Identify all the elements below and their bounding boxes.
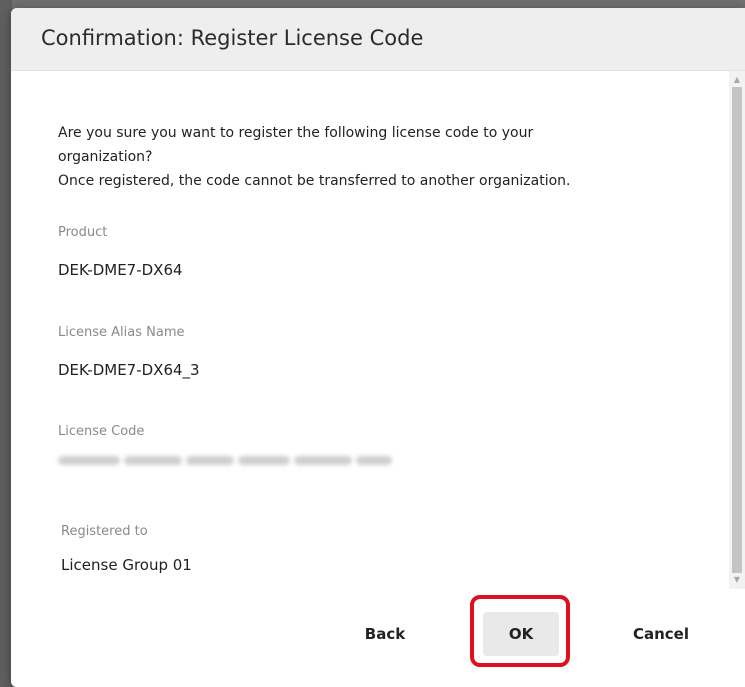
license-alias-label: License Alias Name [58, 325, 185, 340]
vertical-scrollbar[interactable]: ▲ ▼ [729, 71, 745, 589]
dialog-header: Confirmation: Register License Code [11, 8, 745, 71]
message-line-2: organization? [58, 149, 153, 165]
scroll-down-arrow-icon[interactable]: ▼ [729, 573, 745, 587]
confirmation-dialog: Confirmation: Register License Code Are … [11, 8, 745, 687]
confirmation-message: Are you sure you want to register the fo… [58, 121, 698, 193]
ok-button-highlight [470, 595, 570, 667]
message-line-3: Once registered, the code cannot be tran… [58, 173, 571, 189]
cancel-button[interactable]: Cancel [623, 612, 699, 656]
license-code-value-redacted [58, 452, 393, 468]
license-code-label: License Code [58, 424, 145, 439]
product-value: DEK-DME7-DX64 [58, 261, 183, 279]
dialog-footer: Back OK Cancel [11, 590, 745, 687]
license-alias-value: DEK-DME7-DX64_3 [58, 361, 200, 379]
dialog-body: Are you sure you want to register the fo… [11, 71, 729, 589]
dialog-title: Confirmation: Register License Code [41, 26, 424, 50]
registered-to-label: Registered to [61, 524, 148, 539]
back-button[interactable]: Back [347, 612, 423, 656]
scroll-up-arrow-icon[interactable]: ▲ [729, 73, 745, 87]
registered-to-value: License Group 01 [61, 556, 192, 574]
product-label: Product [58, 225, 108, 240]
message-line-1: Are you sure you want to register the fo… [58, 125, 534, 141]
scrollbar-thumb[interactable] [732, 87, 742, 573]
